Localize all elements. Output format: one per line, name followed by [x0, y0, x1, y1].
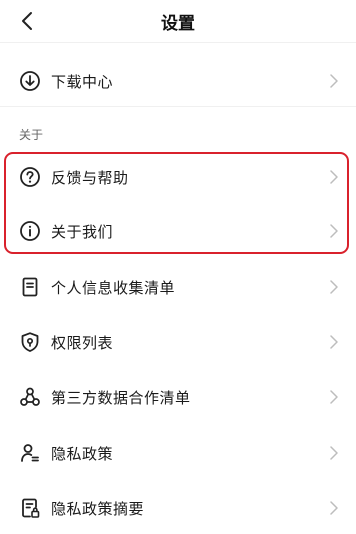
- shield-lock-icon: [19, 331, 41, 353]
- download-circle-icon: [19, 70, 41, 92]
- settings-page: 设置 下载中心 关于 反馈与帮助 关于我们 个人信息收集清单 权限列表 第三方数…: [0, 0, 356, 534]
- info-circle-icon: [19, 220, 41, 242]
- download-center-row[interactable]: 下载中心: [0, 55, 356, 107]
- chevron-right-icon: [328, 279, 340, 295]
- download-center-label: 下载中心: [51, 72, 114, 91]
- header-divider: [0, 42, 356, 43]
- about-us-label: 关于我们: [51, 222, 114, 241]
- chevron-right-icon: [328, 169, 340, 185]
- personal-info-list-label: 个人信息收集清单: [51, 278, 176, 297]
- chevron-right-icon: [328, 389, 340, 405]
- feedback-help-label: 反馈与帮助: [51, 168, 129, 187]
- chevron-right-icon: [328, 73, 340, 89]
- page-title: 设置: [161, 14, 195, 34]
- privacy-summary-row[interactable]: 隐私政策摘要: [0, 482, 356, 534]
- chevron-right-icon: [328, 445, 340, 461]
- permission-list-row[interactable]: 权限列表: [0, 316, 356, 368]
- third-party-data-row[interactable]: 第三方数据合作清单: [0, 371, 356, 423]
- privacy-policy-row[interactable]: 隐私政策: [0, 427, 356, 479]
- section-title-about: 关于: [19, 128, 44, 142]
- chevron-right-icon: [328, 500, 340, 516]
- share-nodes-icon: [19, 386, 41, 408]
- document-lock-icon: [19, 497, 41, 519]
- feedback-help-row[interactable]: 反馈与帮助: [0, 151, 356, 203]
- privacy-policy-label: 隐私政策: [51, 444, 114, 463]
- permission-list-label: 权限列表: [51, 333, 114, 352]
- about-us-row[interactable]: 关于我们: [0, 205, 356, 257]
- section-divider: [0, 106, 356, 107]
- document-list-icon: [19, 276, 41, 298]
- help-circle-icon: [19, 166, 41, 188]
- third-party-data-label: 第三方数据合作清单: [51, 388, 191, 407]
- personal-info-list-row[interactable]: 个人信息收集清单: [0, 261, 356, 313]
- chevron-right-icon: [328, 334, 340, 350]
- header: 设置: [0, 0, 356, 42]
- privacy-summary-label: 隐私政策摘要: [51, 499, 145, 518]
- user-privacy-icon: [19, 442, 41, 464]
- chevron-right-icon: [328, 223, 340, 239]
